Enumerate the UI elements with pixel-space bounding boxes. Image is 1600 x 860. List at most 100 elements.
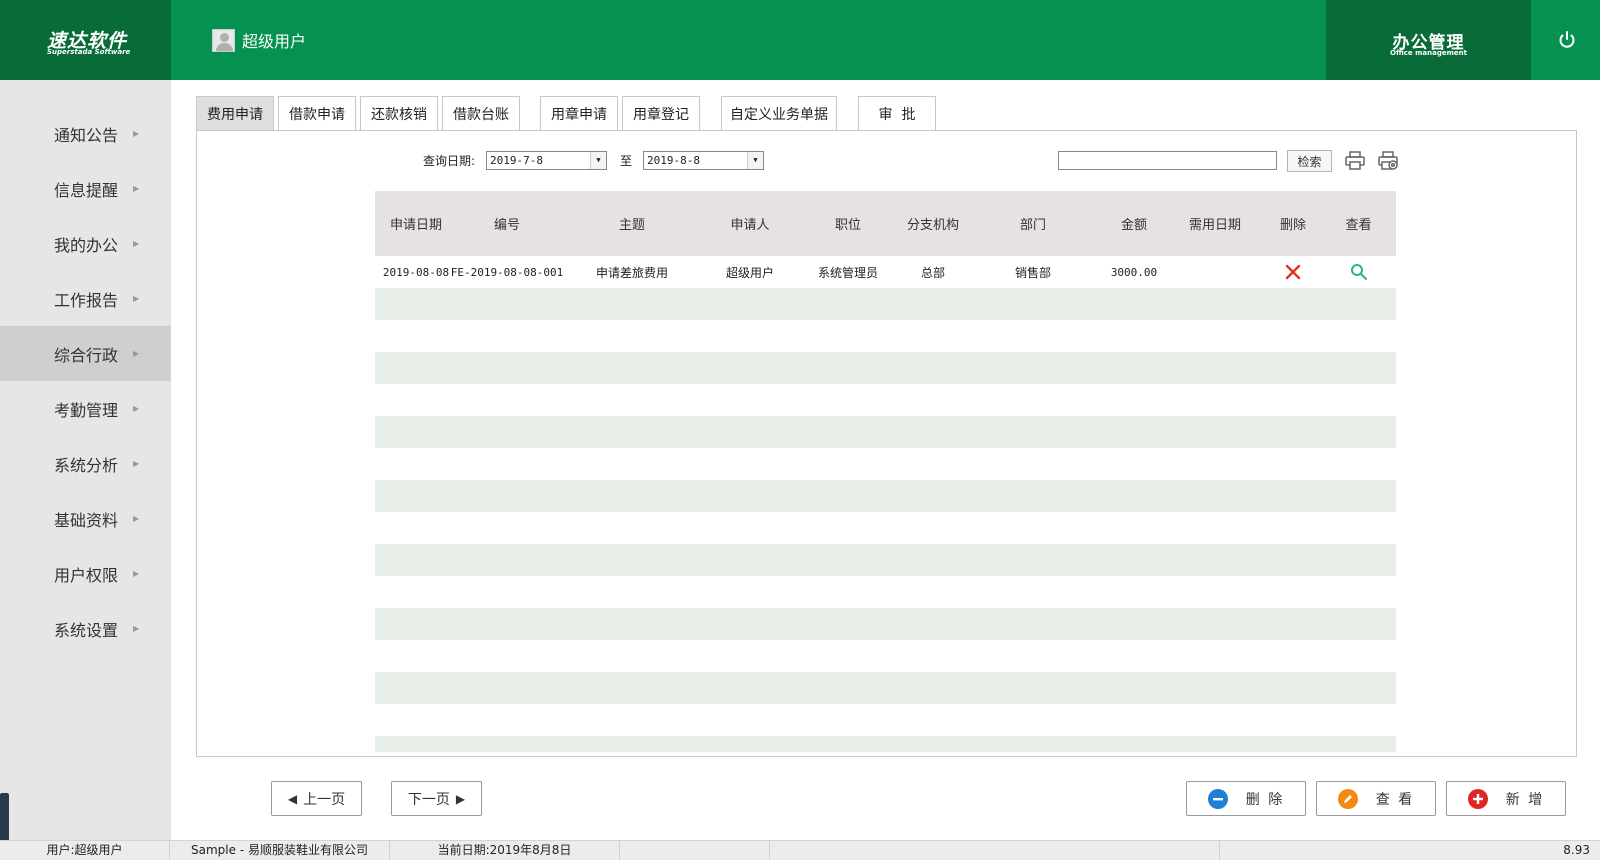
cell-number: FE-2019-08-08-001 <box>450 265 564 279</box>
sidebar-item-reminder[interactable]: 信息提醒 ▶ <box>0 161 171 216</box>
add-button[interactable]: 新 增 <box>1446 781 1566 816</box>
power-icon[interactable] <box>1555 28 1579 52</box>
chevron-right-icon: ▶ <box>133 349 140 358</box>
sidebar-item-basic-data[interactable]: 基础资料 ▶ <box>0 491 171 546</box>
table-row-empty <box>375 736 1396 752</box>
print-setup-icon[interactable] <box>1377 150 1399 172</box>
status-user: 用户:超级用户 <box>0 841 170 860</box>
status-version: 8.93 <box>1563 843 1590 857</box>
column-header: 申请日期 <box>389 218 442 233</box>
triangle-left-icon: ◀ <box>287 791 298 806</box>
tab-custom-documents[interactable]: 自定义业务单据 <box>721 96 837 131</box>
table-row-empty <box>375 416 1396 448</box>
tab-expense-request[interactable]: 费用申请 <box>196 96 274 131</box>
table-row-empty <box>375 480 1396 512</box>
user-name: 超级用户 <box>242 32 307 51</box>
table-header: 申请日期 编号 主题 申请人 职位 分支机构 部门 金额 需用日期 删除 查看 <box>375 191 1396 256</box>
status-empty <box>620 841 770 860</box>
sidebar-item-label: 综合行政 <box>54 345 119 365</box>
logo-subtext: Superstada Software <box>47 48 131 56</box>
column-header: 查看 <box>1345 218 1372 233</box>
plus-circle-icon <box>1467 788 1488 809</box>
sidebar-item-attendance[interactable]: 考勤管理 ▶ <box>0 381 171 436</box>
user-avatar-icon <box>212 28 235 52</box>
sidebar-item-label: 考勤管理 <box>54 400 119 420</box>
chevron-right-icon: ▶ <box>133 404 140 413</box>
cell-date: 2019-08-08 <box>382 265 450 279</box>
column-header: 职位 <box>834 218 861 233</box>
chevron-right-icon: ▶ <box>133 184 140 193</box>
sidebar-item-label: 系统分析 <box>54 455 119 475</box>
sidebar-item-label: 系统设置 <box>54 620 119 640</box>
column-header: 主题 <box>618 218 645 233</box>
sidebar-item-permissions[interactable]: 用户权限 ▶ <box>0 546 171 601</box>
sidebar-item-administration[interactable]: 综合行政 ▶ <box>0 326 171 381</box>
sidebar-item-label: 基础资料 <box>54 510 119 530</box>
chevron-right-icon: ▶ <box>133 239 140 248</box>
sidebar: 通知公告 ▶ 信息提醒 ▶ 我的办公 ▶ 工作报告 ▶ 综合行政 ▶ 考勤管理 … <box>0 80 171 840</box>
search-button[interactable]: 检索 <box>1287 150 1332 172</box>
module-title[interactable]: 办公管理 Office management <box>1326 0 1531 80</box>
date-filter-label: 查询日期: <box>423 154 476 168</box>
prev-page-button[interactable]: ◀ 上一页 <box>271 781 362 816</box>
status-empty <box>770 841 1220 860</box>
status-company: Sample - 易顺服装鞋业有限公司 <box>170 841 390 860</box>
expense-table: 申请日期 编号 主题 申请人 职位 分支机构 部门 金额 需用日期 删除 查看 … <box>375 191 1396 752</box>
table-row-empty <box>375 512 1396 544</box>
table-row-empty <box>375 608 1396 640</box>
sidebar-item-label: 工作报告 <box>54 290 119 310</box>
date-to-value: 2019-8-8 <box>647 154 700 167</box>
print-icon[interactable] <box>1344 150 1366 172</box>
next-page-label: 下一页 <box>407 791 450 808</box>
tab-approval[interactable]: 审 批 <box>858 96 936 131</box>
sidebar-item-my-office[interactable]: 我的办公 ▶ <box>0 216 171 271</box>
column-header: 删除 <box>1279 218 1306 233</box>
chevron-right-icon: ▶ <box>133 569 140 578</box>
date-to-select[interactable]: 2019-8-8 ▼ <box>643 151 764 170</box>
sidebar-item-settings[interactable]: 系统设置 ▶ <box>0 601 171 656</box>
view-button[interactable]: 查 看 <box>1316 781 1436 816</box>
sidebar-item-label: 通知公告 <box>54 125 119 145</box>
table-row-empty <box>375 704 1396 736</box>
column-header: 部门 <box>1019 218 1046 233</box>
table-row-empty <box>375 448 1396 480</box>
tab-seal-register[interactable]: 用章登记 <box>622 96 700 131</box>
cell-need-date <box>1165 256 1265 288</box>
prev-page-label: 上一页 <box>303 791 346 808</box>
delete-row-icon[interactable] <box>1265 256 1321 288</box>
sidebar-item-notice[interactable]: 通知公告 ▶ <box>0 106 171 161</box>
edit-pencil-icon <box>1337 788 1358 809</box>
cell-position: 系统管理员 <box>817 265 878 280</box>
table-row-empty <box>375 352 1396 384</box>
next-page-button[interactable]: 下一页 ▶ <box>391 781 482 816</box>
chevron-right-icon: ▶ <box>133 514 140 523</box>
table-row[interactable]: 2019-08-08 FE-2019-08-08-001 申请差旅费用 超级用户… <box>375 256 1396 288</box>
table-row-empty <box>375 576 1396 608</box>
tab-loan-request[interactable]: 借款申请 <box>278 96 356 131</box>
current-user: 超级用户 <box>212 28 306 52</box>
status-date: 当前日期:2019年8月8日 <box>390 841 620 860</box>
table-row-empty <box>375 640 1396 672</box>
module-title-subtext: Office management <box>1390 49 1467 57</box>
sidebar-item-work-report[interactable]: 工作报告 ▶ <box>0 271 171 326</box>
tab-loan-ledger[interactable]: 借款台账 <box>442 96 520 131</box>
tab-repayment[interactable]: 还款核销 <box>360 96 438 131</box>
view-row-icon[interactable] <box>1321 256 1396 288</box>
date-from-select[interactable]: 2019-7-8 ▼ <box>486 151 607 170</box>
sidebar-item-label: 信息提醒 <box>54 180 119 200</box>
cell-applicant: 超级用户 <box>725 265 774 280</box>
search-input[interactable] <box>1058 151 1277 170</box>
sidebar-item-analysis[interactable]: 系统分析 ▶ <box>0 436 171 491</box>
cell-department: 销售部 <box>1014 265 1051 280</box>
column-header: 编号 <box>493 218 520 233</box>
sidebar-item-label: 用户权限 <box>54 565 119 585</box>
table-row-empty <box>375 320 1396 352</box>
dropdown-arrow-icon[interactable]: ▼ <box>590 152 606 169</box>
tab-seal-request[interactable]: 用章申请 <box>540 96 618 131</box>
table-row-empty <box>375 288 1396 320</box>
cell-branch: 总部 <box>920 265 945 280</box>
delete-button[interactable]: 删 除 <box>1186 781 1306 816</box>
sidebar-item-label: 我的办公 <box>54 235 119 255</box>
status-bar: 用户:超级用户 Sample - 易顺服装鞋业有限公司 当前日期:2019年8月… <box>0 840 1600 860</box>
dropdown-arrow-icon[interactable]: ▼ <box>747 152 763 169</box>
